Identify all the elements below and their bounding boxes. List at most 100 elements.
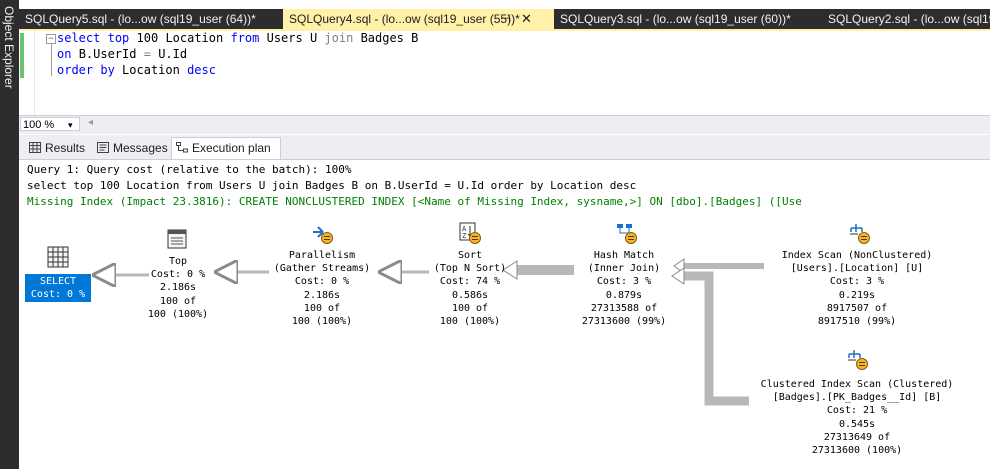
select-icon[interactable] [47,246,69,268]
col-location: Location [165,31,224,45]
clustered-index-scan-node-time: 0.545s [838,418,876,430]
tab-execution-plan-label: Execution plan [192,141,271,155]
hash-match-node-title: Hash Match [593,250,655,261]
top-node-title: Top [168,256,188,267]
select-node[interactable]: SELECT Cost: 0 % [25,274,91,302]
hash-match-icon[interactable] [615,222,637,244]
tab-sqlquery2[interactable]: SQLQuery2.sql - (lo...ow (sql19 [822,9,990,29]
zoom-select[interactable]: 100 % ▾ [20,117,80,131]
close-tab-icon[interactable]: ✕ [521,11,532,27]
kw-from: from [230,31,260,45]
result-tab-bar: Results Messages Execution plan [19,135,990,160]
clustered-index-scan-icon[interactable] [846,348,868,370]
select-node-title: SELECT [39,276,77,287]
parallelism-node[interactable]: Parallelism (Gather Streams) Cost: 0 % 2… [274,249,370,328]
tab-messages-label: Messages [113,141,168,155]
hash-match-node-cost: Cost: 3 % [596,276,652,288]
top-node[interactable]: Top Cost: 0 % 2.186s 100 of 100 (100%) [148,255,208,321]
parallelism-node-estimate: 100 (100%) [291,316,353,328]
sort-node-cost: Cost: 74 % [439,276,501,288]
code-line-1[interactable]: select top 100 Location from Users U joi… [57,30,418,46]
index-scan-node[interactable]: Index Scan (NonClustered) [Users].[Locat… [782,249,933,328]
expr-u-id: U.Id [158,47,188,61]
pin-tab-icon[interactable]: ⊣ [501,12,511,25]
collapse-icon[interactable]: − [46,34,56,44]
clustered-index-scan-node-title: Clustered Index Scan (Clustered) [760,379,954,390]
index-scan-node-rows: 8917507 of [826,302,888,314]
arrow-clustered-to-hash [684,271,749,406]
expr-b-userid: B.UserId [78,47,137,61]
kw-desc: desc [187,63,216,77]
code-line-3[interactable]: order by Location desc [57,62,216,78]
tab-results-label: Results [45,141,86,155]
sort-node-estimate: 100 (100%) [439,316,501,328]
sort-icon[interactable]: AZ [459,222,481,244]
clustered-index-scan-node-rows: 27313649 of [823,431,891,443]
code-line-2[interactable]: on B.UserId = U.Id [57,46,187,62]
parallelism-node-cost: Cost: 0 % [294,276,350,288]
hash-match-node-estimate: 27313600 (99%) [581,316,667,328]
tab-messages[interactable]: Messages [93,138,168,158]
parallelism-node-rows: 100 of [303,302,341,314]
hash-match-node-time: 0.879s [605,289,643,301]
fold-guide [51,44,52,76]
sort-node-subtitle: (Top N Sort) [433,263,507,275]
index-scan-node-estimate: 8917510 (99%) [817,316,897,328]
sort-node-time: 0.586s [451,289,489,301]
select-node-cost: Cost: 0 % [30,289,86,300]
clustered-index-scan-node-estimate: 27313600 (100%) [811,445,903,457]
op-equals: = [143,47,151,61]
table-badges: Badges B [360,31,419,45]
col-location-2: Location [122,63,180,77]
top-node-estimate: 100 (100%) [147,308,209,320]
index-scan-node-cost: Cost: 3 % [829,276,885,288]
tab-sqlquery5[interactable]: SQLQuery5.sql - (lo...ow (sql19_user (64… [19,9,283,29]
editor-margin [34,31,35,115]
execution-plan-pane[interactable]: Query 1: Query cost (relative to the bat… [19,159,990,470]
top-node-rows: 100 of [159,295,197,307]
index-scan-node-time: 0.219s [838,289,876,301]
scroll-left-icon[interactable]: ◂ [88,117,93,128]
execution-plan-icon [176,142,188,153]
tab-sqlquery4[interactable]: SQLQuery4.sql - (lo...ow (sql19_user (55… [283,9,554,29]
parallelism-node-title: Parallelism [288,250,356,261]
parallelism-icon[interactable] [311,222,333,244]
kw-top: top [107,31,130,45]
top-node-cost: Cost: 0 % [150,269,206,281]
index-scan-node-title: Index Scan (NonClustered) [781,250,933,261]
hash-match-node-rows: 27313588 of [590,302,658,314]
kw-by: by [100,63,115,77]
chevron-down-icon[interactable]: ▾ [68,118,73,132]
table-users: Users U [266,31,318,45]
index-scan-node-object: [Users].[Location] [U] [790,263,924,275]
kw-join: join [324,31,354,45]
clustered-index-scan-node[interactable]: Clustered Index Scan (Clustered) [Badges… [761,378,954,457]
messages-icon [97,142,109,153]
clustered-index-scan-node-object: [Badges].[PK_Badges__Id] [B] [772,392,942,404]
index-scan-icon[interactable] [848,222,870,244]
svg-text:Z: Z [462,232,466,240]
hash-match-node-subtitle: (Inner Join) [587,263,661,275]
tab-sqlquery3[interactable]: SQLQuery3.sql - (lo...ow (sql19_user (60… [554,9,822,29]
sort-node[interactable]: Sort (Top N Sort) Cost: 74 % 0.586s 100 … [434,249,506,328]
grid-icon [29,142,41,153]
kw-order: order [57,63,94,77]
tab-results[interactable]: Results [25,138,85,158]
sort-node-title: Sort [457,250,483,261]
top-node-time: 2.186s [159,282,197,294]
tab-execution-plan[interactable]: Execution plan [171,137,281,160]
clustered-index-scan-node-cost: Cost: 21 % [826,405,888,417]
kw-select: select [57,31,101,45]
num-100: 100 [136,31,159,45]
sort-node-rows: 100 of [451,302,489,314]
object-explorer-sidebar[interactable]: Object Explorer [0,0,19,469]
parallelism-node-time: 2.186s [303,289,341,301]
change-indicator [20,33,24,78]
kw-on: on [57,47,72,61]
top-icon[interactable] [166,228,188,250]
hash-match-node[interactable]: Hash Match (Inner Join) Cost: 3 % 0.879s… [582,249,666,328]
parallelism-node-subtitle: (Gather Streams) [273,263,371,275]
document-tab-bar: SQLQuery5.sql - (lo...ow (sql19_user (64… [19,9,990,29]
object-explorer-label[interactable]: Object Explorer [2,6,16,89]
zoom-bar: 100 % ▾ ◂ [19,115,990,134]
